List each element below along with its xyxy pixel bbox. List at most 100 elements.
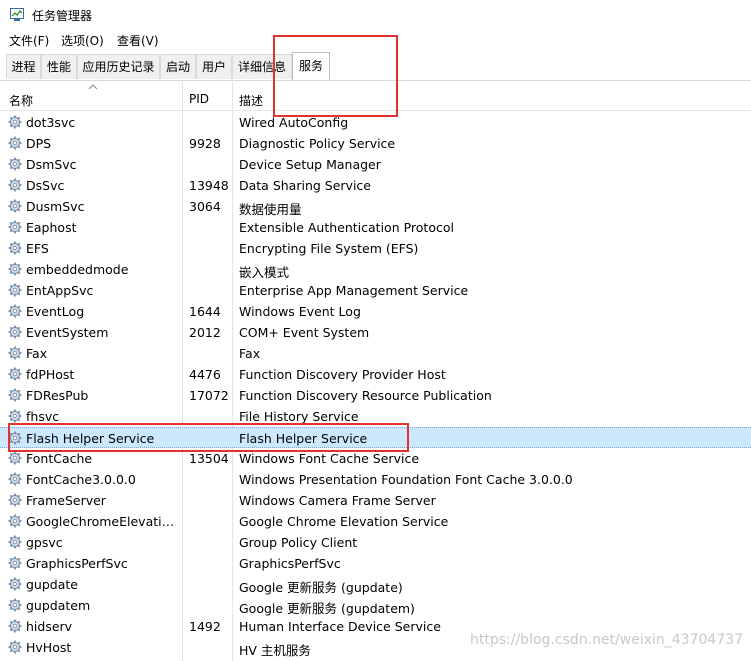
service-gear-icon	[8, 325, 22, 339]
service-name: gupdatem	[26, 598, 91, 613]
service-description: Fax	[239, 346, 261, 361]
service-gear-icon	[8, 619, 22, 633]
service-row[interactable]: DPS 9928 Diagnostic Policy Service	[0, 133, 751, 154]
service-description: Extensible Authentication Protocol	[239, 220, 454, 235]
service-row[interactable]: EventSystem 2012 COM+ Event System	[0, 322, 751, 343]
service-gear-icon	[8, 199, 22, 213]
service-description: Windows Camera Frame Server	[239, 493, 436, 508]
annotation-box-services-tab	[273, 35, 398, 117]
tab-app-history[interactable]: 应用历史记录	[77, 54, 160, 79]
service-gear-icon	[8, 157, 22, 171]
service-gear-icon	[8, 178, 22, 192]
service-row[interactable]: Fax Fax	[0, 343, 751, 364]
service-row[interactable]: FrameServer Windows Camera Frame Server	[0, 490, 751, 511]
window-title: 任务管理器	[32, 9, 93, 23]
service-gear-icon	[8, 577, 22, 591]
service-name: gpsvc	[26, 535, 63, 550]
service-row[interactable]: EntAppSvc Enterprise App Management Servi…	[0, 280, 751, 301]
column-description[interactable]: 描述	[239, 92, 263, 109]
service-description: Enterprise App Management Service	[239, 283, 469, 298]
service-row[interactable]: gupdate Google 更新服务 (gupdate)	[0, 574, 751, 595]
service-description: Data Sharing Service	[239, 178, 371, 193]
service-name: EntAppSvc	[26, 283, 94, 298]
service-description: 数据使用量	[239, 202, 302, 217]
service-row[interactable]: Eaphost Extensible Authentication Protoco…	[0, 217, 751, 238]
service-pid: 17072	[189, 388, 229, 403]
service-name: dot3svc	[26, 115, 76, 130]
service-row[interactable]: GoogleChromeElevation... Google Chrome El…	[0, 511, 751, 532]
service-name: EventSystem	[26, 325, 109, 340]
service-row[interactable]: DsSvc 13948 Data Sharing Service	[0, 175, 751, 196]
service-name: DsmSvc	[26, 157, 77, 172]
service-name: GraphicsPerfSvc	[26, 556, 128, 571]
service-name: Eaphost	[26, 220, 77, 235]
service-description: Google 更新服务 (gupdatem)	[239, 601, 415, 616]
service-gear-icon	[8, 115, 22, 129]
service-row[interactable]: fdPHost 4476 Function Discovery Provider H…	[0, 364, 751, 385]
service-name: FrameServer	[26, 493, 106, 508]
service-gear-icon	[8, 388, 22, 402]
service-name: embeddedmode	[26, 262, 129, 277]
service-description: Diagnostic Policy Service	[239, 136, 396, 151]
service-name: fdPHost	[26, 367, 75, 382]
service-description: GraphicsPerfSvc	[239, 556, 341, 571]
service-row[interactable]: EFS Encrypting File System (EFS)	[0, 238, 751, 259]
service-description: Group Policy Client	[239, 535, 358, 550]
sort-ascending-icon	[88, 84, 98, 90]
service-gear-icon	[8, 346, 22, 360]
service-description: Function Discovery Resource Publication	[239, 388, 492, 403]
service-name: hidserv	[26, 619, 73, 634]
service-row[interactable]: embeddedmode 嵌入模式	[0, 259, 751, 280]
service-row[interactable]: DsmSvc Device Setup Manager	[0, 154, 751, 175]
service-gear-icon	[8, 514, 22, 528]
service-gear-icon	[8, 535, 22, 549]
service-pid: 13504	[189, 451, 229, 466]
service-description: 嵌入模式	[239, 265, 290, 280]
column-name[interactable]: 名称	[9, 92, 33, 109]
menu-file[interactable]: 文件(F)	[9, 32, 49, 49]
service-gear-icon	[8, 472, 22, 486]
service-description: File History Service	[239, 409, 359, 424]
service-description: COM+ Event System	[239, 325, 370, 340]
menu-view[interactable]: 查看(V)	[117, 32, 159, 49]
service-pid: 1644	[189, 304, 221, 319]
service-name: FDResPub	[26, 388, 89, 403]
service-description: Windows Event Log	[239, 304, 361, 319]
service-description: Function Discovery Provider Host	[239, 367, 446, 382]
service-description: Wired AutoConfig	[239, 115, 349, 130]
service-description: Windows Presentation Foundation Font Cac…	[239, 472, 573, 487]
service-gear-icon	[8, 556, 22, 570]
service-row[interactable]: FontCache3.0.0.0 Windows Presentation Fou…	[0, 469, 751, 490]
service-name: HvHost	[26, 640, 72, 655]
column-pid[interactable]: PID	[189, 92, 209, 106]
service-name: FontCache	[26, 451, 93, 466]
menu-options[interactable]: 选项(O)	[61, 32, 104, 49]
service-gear-icon	[8, 283, 22, 297]
service-row[interactable]: GraphicsPerfSvc GraphicsPerfSvc	[0, 553, 751, 574]
tab-startup[interactable]: 启动	[160, 54, 196, 79]
service-gear-icon	[8, 241, 22, 255]
service-row[interactable]: EventLog 1644 Windows Event Log	[0, 301, 751, 322]
service-description: Google 更新服务 (gupdate)	[239, 580, 403, 595]
service-gear-icon	[8, 304, 22, 318]
service-name: FontCache3.0.0.0	[26, 472, 136, 487]
tab-users[interactable]: 用户	[196, 54, 232, 79]
service-gear-icon	[8, 451, 22, 465]
tab-processes[interactable]: 进程	[6, 54, 41, 79]
service-gear-icon	[8, 367, 22, 381]
service-row[interactable]: gpsvc Group Policy Client	[0, 532, 751, 553]
service-name: DsSvc	[26, 178, 65, 193]
service-description: Encrypting File System (EFS)	[239, 241, 419, 256]
tab-performance[interactable]: 性能	[41, 54, 77, 79]
service-row[interactable]: FDResPub 17072 Function Discovery Resource…	[0, 385, 751, 406]
service-pid: 1492	[189, 619, 221, 634]
service-pid: 3064	[189, 199, 221, 214]
service-gear-icon	[8, 409, 22, 423]
service-pid: 4476	[189, 367, 221, 382]
service-name: fhsvc	[26, 409, 60, 424]
service-row[interactable]: DusmSvc 3064 数据使用量	[0, 196, 751, 217]
service-pid: 2012	[189, 325, 221, 340]
service-row[interactable]: gupdatem Google 更新服务 (gupdatem)	[0, 595, 751, 616]
service-gear-icon	[8, 598, 22, 612]
services-list: dot3svc Wired AutoConfig DPS 9928 Diagnostic…	[0, 112, 751, 658]
